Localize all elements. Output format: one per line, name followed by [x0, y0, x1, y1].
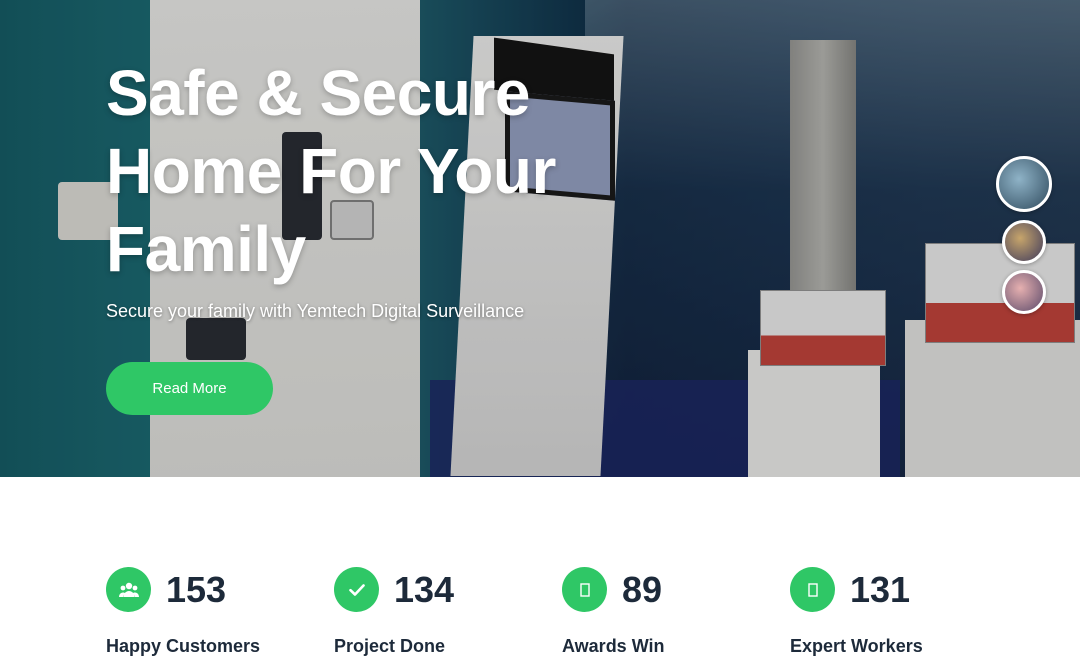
stat-happy-customers: 153 Happy Customers	[106, 567, 326, 667]
slider-thumbnail-1[interactable]	[996, 156, 1052, 212]
stat-expert-workers: 131 Expert Workers	[790, 567, 1010, 667]
stat-label: Happy Customers	[106, 636, 261, 656]
hero-section: Safe & Secure Home For Your Family Secur…	[0, 0, 1080, 477]
stat-value: 89	[622, 569, 663, 610]
hero-title: Safe & Secure Home For Your Family	[106, 57, 556, 285]
slider-thumbnail-3[interactable]	[1002, 270, 1046, 314]
hero-subtitle: Secure your family with Yemtech Digital …	[106, 301, 525, 321]
stat-value: 153	[166, 569, 227, 610]
read-more-button[interactable]: Read More	[106, 362, 273, 415]
stat-value: 134	[394, 569, 455, 610]
slider-thumbnail-2[interactable]	[1002, 220, 1046, 264]
users-icon	[106, 567, 151, 612]
stat-label: Expert Workers	[790, 636, 923, 656]
stat-value: 131	[850, 569, 911, 610]
stats-section: 153 Happy Customers 134 Project Done 89 …	[0, 477, 1080, 668]
stat-awards-win: 89 Awards Win	[562, 567, 782, 667]
worker-icon	[790, 567, 835, 612]
stat-label: Awards Win	[562, 636, 665, 656]
check-icon	[334, 567, 379, 612]
stat-project-done: 134 Project Done	[334, 567, 554, 667]
stat-label: Project Done	[334, 636, 446, 656]
award-icon	[562, 567, 607, 612]
